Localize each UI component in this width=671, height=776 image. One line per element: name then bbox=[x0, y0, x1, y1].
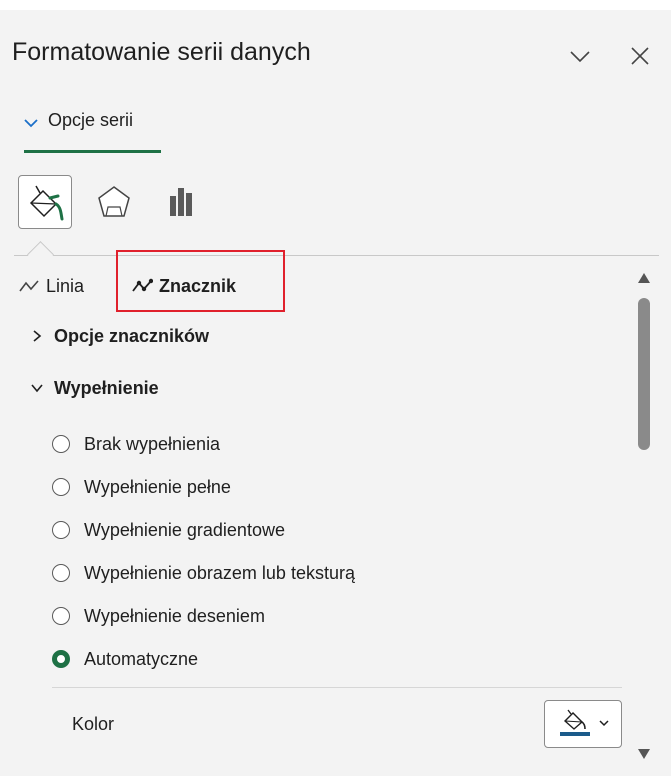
fill-section-toggle[interactable]: Wypełnienie bbox=[30, 374, 159, 402]
tab-line[interactable]: Linia bbox=[18, 272, 84, 300]
radio-automatic-label: Automatyczne bbox=[84, 648, 199, 669]
category-divider bbox=[14, 255, 659, 256]
fill-section-label: Wypełnienie bbox=[54, 377, 159, 398]
line-icon bbox=[19, 280, 39, 292]
series-options-dropdown[interactable]: Opcje serii bbox=[22, 108, 133, 152]
tab-marker[interactable]: Znacznik bbox=[131, 272, 236, 300]
chevron-down-icon bbox=[31, 384, 43, 393]
radio-picture-fill-label: Wypełnienie obrazem lub teksturą bbox=[84, 562, 355, 583]
format-data-series-pane: Formatowanie serii danych Opcje serii Li… bbox=[0, 0, 671, 776]
pentagon-icon bbox=[98, 186, 130, 217]
fill-line-category-button[interactable] bbox=[18, 175, 72, 229]
vertical-scrollbar[interactable] bbox=[631, 262, 657, 772]
section-separator bbox=[52, 687, 622, 688]
close-icon bbox=[631, 47, 649, 65]
color-swatch bbox=[560, 732, 590, 736]
radio-button[interactable] bbox=[52, 607, 70, 625]
radio-gradient-fill[interactable]: Wypełnienie gradientowe bbox=[52, 517, 285, 543]
effects-category-button[interactable] bbox=[87, 175, 141, 229]
color-label: Kolor bbox=[72, 714, 115, 734]
scroll-down-arrow-icon[interactable] bbox=[637, 748, 651, 760]
series-options-category-button[interactable] bbox=[154, 175, 208, 229]
bar-chart-icon bbox=[170, 188, 192, 216]
chevron-down-icon bbox=[599, 720, 609, 727]
chevron-right-icon bbox=[33, 330, 42, 342]
radio-pattern-fill[interactable]: Wypełnienie deseniem bbox=[52, 603, 265, 629]
radio-button[interactable] bbox=[52, 435, 70, 453]
close-pane-button[interactable] bbox=[626, 42, 654, 70]
chevron-down-icon bbox=[24, 119, 38, 128]
paint-bucket-icon bbox=[29, 185, 64, 221]
radio-no-fill-label: Brak wypełnienia bbox=[84, 433, 221, 454]
radio-button[interactable] bbox=[52, 478, 70, 496]
series-options-underline bbox=[24, 150, 161, 153]
pane-options-chevron-button[interactable] bbox=[566, 42, 594, 70]
active-category-notch bbox=[27, 241, 54, 268]
chevron-down-icon bbox=[570, 51, 590, 63]
radio-button[interactable] bbox=[52, 521, 70, 539]
radio-picture-fill[interactable]: Wypełnienie obrazem lub teksturą bbox=[52, 560, 355, 586]
radio-button-checked[interactable] bbox=[52, 650, 70, 668]
pane-title: Formatowanie serii danych bbox=[12, 38, 311, 66]
radio-button[interactable] bbox=[52, 564, 70, 582]
scroll-up-arrow-icon[interactable] bbox=[637, 272, 651, 284]
paint-bucket-icon bbox=[563, 709, 586, 730]
tab-line-label: Linia bbox=[46, 275, 85, 296]
scrollbar-thumb[interactable] bbox=[638, 298, 650, 450]
marker-options-label: Opcje znaczników bbox=[54, 325, 210, 346]
radio-solid-fill[interactable]: Wypełnienie pełne bbox=[52, 474, 231, 500]
radio-no-fill[interactable]: Brak wypełnienia bbox=[52, 431, 220, 457]
color-picker-button[interactable] bbox=[544, 700, 622, 748]
marker-options-section-toggle[interactable]: Opcje znaczników bbox=[30, 322, 209, 350]
radio-gradient-fill-label: Wypełnienie gradientowe bbox=[84, 519, 285, 540]
radio-pattern-fill-label: Wypełnienie deseniem bbox=[84, 605, 265, 626]
radio-solid-fill-label: Wypełnienie pełne bbox=[84, 476, 231, 497]
series-options-label: Opcje serii bbox=[48, 110, 134, 130]
marker-line-icon bbox=[132, 278, 153, 292]
radio-automatic[interactable]: Automatyczne bbox=[52, 646, 198, 672]
tab-marker-label: Znacznik bbox=[159, 275, 237, 296]
